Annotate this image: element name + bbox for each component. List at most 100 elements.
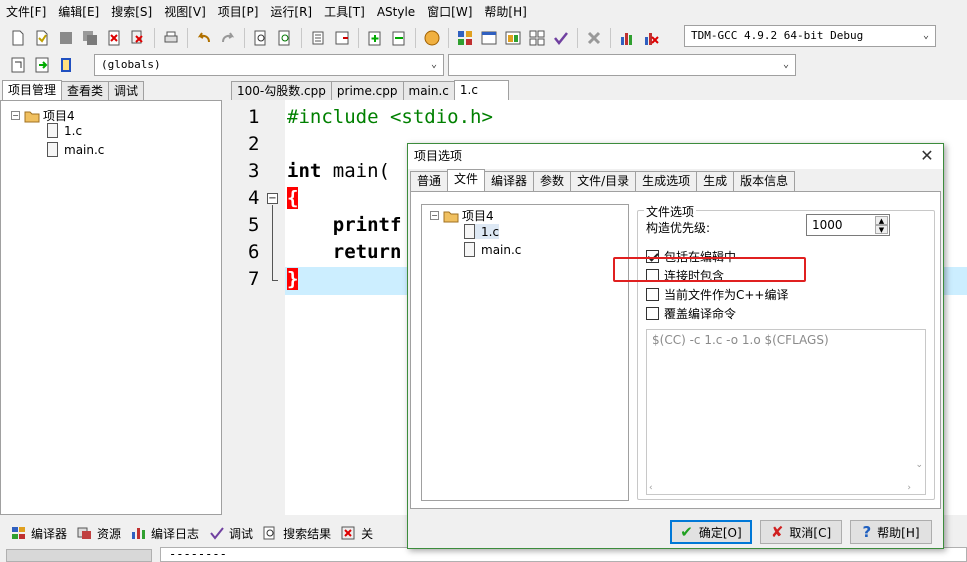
rebuild-all-icon[interactable] bbox=[526, 27, 548, 49]
tab-directories[interactable]: 文件/目录 bbox=[570, 171, 637, 191]
scroll-left-icon[interactable]: ‹ bbox=[649, 483, 653, 493]
option-override-build-cmd[interactable]: 覆盖编译命令 bbox=[646, 305, 736, 322]
dialog-title: 项目选项 bbox=[414, 149, 463, 163]
redo-icon[interactable] bbox=[217, 27, 239, 49]
menu-file[interactable]: 文件[F] bbox=[0, 0, 52, 24]
tab-label: 调试 bbox=[229, 526, 254, 541]
tab-general[interactable]: 普通 bbox=[410, 171, 449, 191]
menu-run[interactable]: 运行[R] bbox=[264, 0, 318, 24]
priority-spinner[interactable]: 1000 ▲ ▼ bbox=[806, 214, 890, 236]
print-icon[interactable] bbox=[160, 27, 182, 49]
compile-icon[interactable] bbox=[454, 27, 476, 49]
indent-icon[interactable] bbox=[307, 27, 329, 49]
close-icon[interactable]: ✕ bbox=[917, 146, 937, 166]
tab-debug-output[interactable]: 调试 bbox=[204, 525, 258, 542]
unindent-icon[interactable] bbox=[331, 27, 353, 49]
file-options-group: 文件选项 构造优先级: 1000 ▲ ▼ 包括在编辑中 连接时包含 当前文件作为… bbox=[637, 203, 935, 500]
menu-project[interactable]: 项目[P] bbox=[212, 0, 265, 24]
tree-file-main[interactable]: main.c bbox=[47, 142, 104, 157]
project-options-icon[interactable] bbox=[421, 27, 443, 49]
tab-search-results[interactable]: 搜索结果 bbox=[258, 525, 336, 542]
editor-tab[interactable]: main.c bbox=[402, 81, 455, 101]
tab-files[interactable]: 文件 bbox=[447, 169, 486, 191]
tree-project-root[interactable]: − 项目4 bbox=[11, 107, 75, 124]
tab-build-options[interactable]: 生成选项 bbox=[635, 171, 698, 191]
tree-file-1c[interactable]: 1.c bbox=[47, 123, 82, 138]
line-number: 1 bbox=[248, 106, 260, 128]
tab-resources[interactable]: 资源 bbox=[72, 525, 126, 542]
dialog-tree-root[interactable]: − 项目4 bbox=[430, 207, 494, 224]
syntax-check-icon[interactable] bbox=[550, 27, 572, 49]
function-select[interactable]: ⌄ bbox=[448, 54, 796, 76]
tab-close[interactable]: 关 bbox=[336, 525, 378, 542]
tab-compile-log[interactable]: 编译日志 bbox=[126, 525, 204, 542]
editor-tab[interactable]: prime.cpp bbox=[330, 81, 404, 101]
delete-profile-icon[interactable] bbox=[640, 27, 662, 49]
chevron-down-icon: ⌄ bbox=[430, 59, 438, 70]
editor-tabs: 100-勾股数.cpp prime.cpp main.c 1.c bbox=[231, 80, 509, 101]
cancel-label: 取消[C] bbox=[789, 525, 832, 540]
close-all-icon[interactable] bbox=[127, 27, 149, 49]
menu-astyle[interactable]: AStyle bbox=[371, 0, 421, 24]
open-file-icon[interactable] bbox=[31, 27, 53, 49]
scope-select[interactable]: (globals) ⌄ bbox=[94, 54, 444, 76]
close-file-icon[interactable] bbox=[103, 27, 125, 49]
bookmark-icon[interactable] bbox=[55, 54, 77, 76]
remove-from-project-icon[interactable] bbox=[388, 27, 410, 49]
option-compile-as-cpp[interactable]: 当前文件作为C++编译 bbox=[646, 286, 789, 303]
spin-down-icon[interactable]: ▼ bbox=[875, 225, 888, 234]
tab-compiler-settings[interactable]: 编译器 bbox=[484, 171, 535, 191]
menu-edit[interactable]: 编辑[E] bbox=[52, 0, 105, 24]
tab-parameters[interactable]: 参数 bbox=[533, 171, 572, 191]
checkbox[interactable] bbox=[646, 307, 659, 320]
menu-view[interactable]: 视图[V] bbox=[158, 0, 212, 24]
tab-compiler[interactable]: 编译器 bbox=[6, 525, 72, 542]
dialog-tree-file[interactable]: main.c bbox=[464, 242, 521, 257]
menu-window[interactable]: 窗口[W] bbox=[421, 0, 478, 24]
dialog-tree-file-selected[interactable]: 1.c bbox=[464, 224, 500, 239]
save-all-icon[interactable] bbox=[79, 27, 101, 49]
ok-label: 确定[O] bbox=[698, 525, 742, 540]
profile-icon[interactable] bbox=[616, 27, 638, 49]
cancel-button[interactable]: ✘ 取消[C] bbox=[760, 520, 842, 544]
compile-run-icon[interactable] bbox=[502, 27, 524, 49]
clean-icon[interactable] bbox=[583, 27, 605, 49]
save-icon[interactable] bbox=[55, 27, 77, 49]
undo-icon[interactable] bbox=[193, 27, 215, 49]
tab-debug[interactable]: 调试 bbox=[108, 81, 145, 101]
annotation-highlight-box bbox=[613, 257, 806, 282]
replace-icon[interactable] bbox=[274, 27, 296, 49]
tab-label: 编译器 bbox=[31, 526, 68, 541]
fold-collapse-icon[interactable]: − bbox=[267, 193, 278, 204]
checkbox[interactable] bbox=[646, 288, 659, 301]
menu-tools[interactable]: 工具[T] bbox=[318, 0, 371, 24]
ok-button[interactable]: ✔ 确定[O] bbox=[670, 520, 752, 544]
file-icon bbox=[464, 242, 475, 257]
editor-tab-active[interactable]: 1.c bbox=[453, 80, 509, 101]
run-icon[interactable] bbox=[478, 27, 500, 49]
goto-definition-icon[interactable] bbox=[31, 54, 53, 76]
tab-project[interactable]: 项目管理 bbox=[2, 80, 63, 101]
find-icon[interactable] bbox=[250, 27, 272, 49]
menu-search[interactable]: 搜索[S] bbox=[105, 0, 158, 24]
menu-help[interactable]: 帮助[H] bbox=[478, 0, 532, 24]
scroll-down-icon[interactable]: ⌄ bbox=[915, 460, 923, 470]
build-command-field[interactable]: $(CC) -c 1.c -o 1.o $(CFLAGS) ⌄ ‹ › bbox=[646, 329, 926, 495]
chevron-down-icon: ⌄ bbox=[782, 59, 790, 70]
goto-declaration-icon[interactable] bbox=[7, 54, 29, 76]
tab-label: 搜索结果 bbox=[283, 526, 332, 541]
tab-classes[interactable]: 查看类 bbox=[61, 81, 110, 101]
scroll-right-icon[interactable]: › bbox=[907, 483, 911, 493]
add-to-project-icon[interactable] bbox=[364, 27, 386, 49]
tab-version-info[interactable]: 版本信息 bbox=[733, 171, 796, 191]
spin-up-icon[interactable]: ▲ bbox=[875, 216, 888, 225]
editor-tab[interactable]: 100-勾股数.cpp bbox=[231, 81, 332, 101]
collapse-icon[interactable]: − bbox=[11, 111, 20, 120]
help-button[interactable]: ? 帮助[H] bbox=[850, 520, 932, 544]
help-label: 帮助[H] bbox=[877, 525, 920, 540]
new-file-icon[interactable] bbox=[7, 27, 29, 49]
compiler-select[interactable]: TDM-GCC 4.9.2 64-bit Debug ⌄ bbox=[684, 25, 936, 47]
tab-build[interactable]: 生成 bbox=[696, 171, 735, 191]
collapse-icon[interactable]: − bbox=[430, 211, 439, 220]
code-line-5: printf bbox=[287, 214, 402, 236]
